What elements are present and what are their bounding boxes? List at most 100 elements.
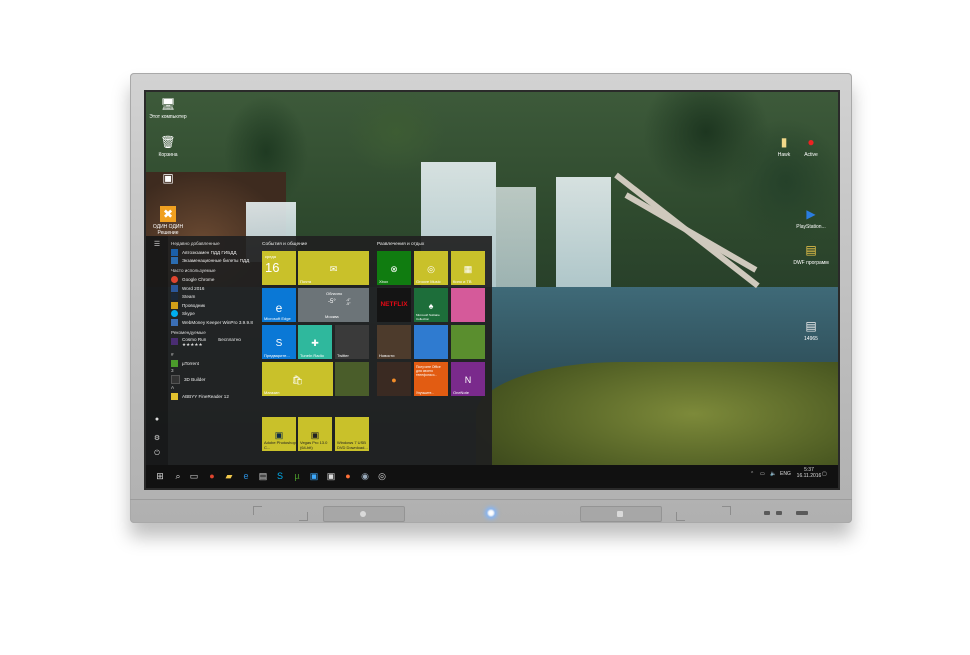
movies-tile[interactable]: ▦ Кино и ТВ <box>451 251 485 285</box>
xbox-icon: ⊗ <box>390 263 398 274</box>
steam-icon <box>171 293 178 301</box>
edge-icon[interactable]: e <box>240 470 252 482</box>
desktop-icon[interactable]: ● Active <box>791 134 831 158</box>
desktop-icon[interactable]: ▣ <box>148 170 188 188</box>
settings-icon[interactable]: ⚙ <box>152 434 162 442</box>
list-item[interactable]: Проводник <box>171 301 259 310</box>
list-item[interactable]: ABBYY FineReader 12 <box>171 392 259 401</box>
desktop-icon[interactable]: 🗑 Корзина <box>148 134 188 158</box>
list-item[interactable]: Автоэкзамен ПДД ГИБДД <box>171 248 259 257</box>
tunein-tile[interactable]: ✚ TuneIn Radio <box>298 325 332 359</box>
twitter-tile[interactable]: Twitter <box>335 325 369 359</box>
pumpkin-icon: ● <box>391 374 397 385</box>
list-item[interactable]: Cosmo Run ★★★★★ Бесплатно <box>171 337 259 351</box>
edge-icon: e <box>275 300 283 315</box>
hamburger-icon[interactable]: ☰ <box>152 240 162 248</box>
utorrent-icon <box>171 359 178 367</box>
chrome-icon[interactable]: ● <box>206 470 218 482</box>
list-item[interactable]: 3D Builder <box>171 375 259 385</box>
letter-header[interactable]: 3 <box>171 367 259 375</box>
port <box>776 511 782 515</box>
list-item[interactable]: Экзаменационные билеты ПДД <box>171 257 259 266</box>
firefox-icon[interactable]: ● <box>342 470 354 482</box>
playstation-icon: ▶ <box>806 207 816 221</box>
vegas-tile[interactable]: ▣ Vegas Pro 13.0 (64-bit) <box>298 417 332 451</box>
list-item[interactable]: Word 2016 <box>171 284 259 293</box>
volume-icon[interactable]: 🔈 <box>770 471 776 477</box>
tray-language[interactable]: ENG <box>780 471 791 477</box>
game-tile[interactable] <box>451 288 485 322</box>
skype-icon: S <box>275 337 283 349</box>
notification-icon[interactable]: ▢ <box>822 471 827 477</box>
desktop-icon[interactable]: ▶ PlayStation... <box>791 206 831 230</box>
desktop-icon[interactable]: ✖ ОДИН ОДИН Решение <box>148 206 188 236</box>
store-icon[interactable]: ▤ <box>257 470 269 482</box>
tray-network-icon[interactable]: ▭ <box>760 471 765 477</box>
onenote-tile[interactable]: N OneNote <box>451 362 485 396</box>
app-icon[interactable]: ▣ <box>325 470 337 482</box>
store-tile[interactable]: 🛍 Магазин <box>262 362 333 396</box>
bezel-divider <box>130 499 852 500</box>
section-header: Рекомендуемые <box>171 329 206 335</box>
get-office-tile[interactable]: Получите Office для своего телефона и...… <box>414 362 448 396</box>
letter-header[interactable]: A <box>171 384 259 392</box>
folder-icon[interactable]: ▰ <box>223 470 235 482</box>
cards-icon: ♠ <box>428 300 434 311</box>
letter-header[interactable]: # <box>171 351 259 359</box>
power-icon[interactable]: ⏻ <box>152 450 162 458</box>
steam-icon[interactable]: ◉ <box>359 470 371 482</box>
tray-chevron-icon[interactable]: ⌃ <box>750 471 754 477</box>
skype-icon[interactable]: S <box>274 470 286 482</box>
computer-icon: 🖥 <box>160 97 176 111</box>
desktop-icon[interactable]: 🖥 Этот компьютер <box>148 96 188 120</box>
desktop-icon[interactable]: ▤ 14965 <box>791 318 831 342</box>
tunein-icon: ✚ <box>311 337 319 348</box>
calendar-tile[interactable]: среда 16 <box>262 251 296 285</box>
mail-tile[interactable]: ✉ Почта <box>298 251 369 285</box>
list-item[interactable]: Skype <box>171 310 259 319</box>
xbox-tile[interactable]: ⊗ Xbox <box>377 251 411 285</box>
app-icon[interactable]: ◎ <box>376 470 388 482</box>
strategy-game-tile[interactable] <box>451 325 485 359</box>
power-led[interactable] <box>487 509 495 517</box>
minecraft-tile[interactable] <box>335 362 369 396</box>
skype-tile[interactable]: S Предварите... <box>262 325 296 359</box>
list-item[interactable]: Google Chrome <box>171 275 259 284</box>
racing-game-tile[interactable] <box>414 325 448 359</box>
windows-start-icon[interactable]: ⊞ <box>154 470 166 482</box>
app-icon: ● <box>807 135 815 149</box>
photoshop-tile[interactable]: ▣ Adobe Photoshop C... <box>262 417 296 451</box>
section-header: Недавно добавленные <box>171 241 220 246</box>
search-icon[interactable]: ⌕ <box>172 470 184 482</box>
port <box>764 511 770 515</box>
film-icon: ▦ <box>463 263 473 274</box>
adventure-game-tile[interactable]: ● <box>377 362 411 396</box>
weather-tile[interactable]: Облачно -5° -4° -5° Москва <box>298 288 369 322</box>
app-icon <box>171 248 178 256</box>
port <box>796 511 808 515</box>
task-view-icon[interactable]: ▭ <box>188 470 200 482</box>
section-header: Часто используемые <box>171 268 216 274</box>
utorrent-icon[interactable]: µ <box>291 470 303 482</box>
list-item[interactable]: Steam <box>171 292 259 301</box>
windvd-tile[interactable]: Windows 7 USB DVD Download... <box>335 417 369 451</box>
user-icon[interactable]: ● <box>152 416 162 423</box>
recycle-bin-icon: 🗑 <box>160 135 176 149</box>
list-item[interactable]: WebMoney Keeper WinPro 3.9.9.8 <box>171 318 259 327</box>
app-icon: ✖ <box>160 206 176 222</box>
onenote-icon: N <box>464 374 472 385</box>
groove-tile[interactable]: ◎ Groove Music <box>414 251 448 285</box>
desktop-icon[interactable]: ▤ DWF программ <box>791 242 831 266</box>
taskbar: ⊞ ⌕ ▭ ● ▰ e ▤ S µ ▣ ▣ ● ◉ ◎ ⌃ ▭ 🔈 ENG 5:… <box>146 465 838 488</box>
news-tile[interactable]: Новости <box>377 325 411 359</box>
app-icon <box>171 257 178 265</box>
left-speaker <box>323 506 405 522</box>
netflix-tile[interactable]: NETFLIX <box>377 288 411 322</box>
edge-tile[interactable]: e Microsoft Edge <box>262 288 296 322</box>
solitaire-tile[interactable]: ♠ Microsoft Solitaire Collection <box>414 288 448 322</box>
bezel-corner-mark <box>253 506 262 515</box>
app-icon: ▣ <box>162 171 174 185</box>
photoshop-icon[interactable]: ▣ <box>308 470 320 482</box>
tray-clock[interactable]: 5:37 16.11.2016 <box>794 467 824 479</box>
list-item[interactable]: µTorrent <box>171 359 259 368</box>
